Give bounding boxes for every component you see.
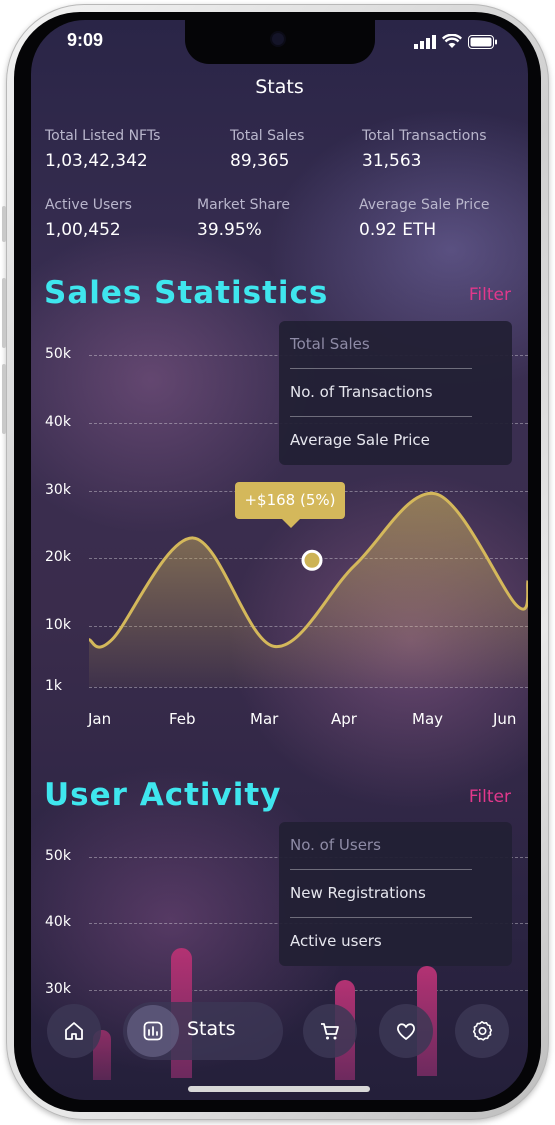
sales-gridline bbox=[89, 687, 528, 688]
bottom-nav: Stats bbox=[45, 1002, 515, 1066]
stat-label: Total Listed NFTs bbox=[45, 128, 161, 144]
stat-value: 1,03,42,342 bbox=[45, 151, 148, 171]
user-activity-title: User Activity bbox=[44, 777, 282, 813]
stat-label: Total Sales bbox=[230, 128, 305, 144]
sales-y-tick: 10k bbox=[45, 617, 71, 634]
filter-option-total-sales[interactable]: Total Sales bbox=[279, 321, 512, 369]
home-indicator bbox=[188, 1086, 370, 1092]
side-button bbox=[2, 206, 6, 242]
stat-label: Total Transactions bbox=[362, 128, 487, 144]
sales-y-tick: 30k bbox=[45, 481, 71, 498]
activity-filter-button[interactable]: Filter bbox=[469, 787, 511, 807]
sales-gridline bbox=[89, 558, 528, 560]
status-time: 9:09 bbox=[67, 30, 104, 50]
nav-favorites-button[interactable] bbox=[379, 1004, 433, 1058]
volume-down-button bbox=[2, 364, 6, 434]
stat-label: Active Users bbox=[45, 197, 132, 213]
nav-cart-button[interactable] bbox=[303, 1004, 357, 1058]
filter-option-no-of-users[interactable]: No. of Users bbox=[279, 822, 512, 870]
nav-stats-button[interactable]: Stats bbox=[123, 1002, 283, 1060]
sales-x-tick: Mar bbox=[250, 710, 279, 728]
volume-up-button bbox=[2, 278, 6, 348]
sales-gridline bbox=[89, 626, 528, 628]
stat-total-transactions: Total Transactions 31,563 bbox=[362, 128, 487, 171]
home-icon bbox=[65, 1022, 83, 1040]
sales-x-tick: Jan bbox=[88, 710, 112, 728]
nav-home-button[interactable] bbox=[47, 1004, 101, 1058]
wifi-icon bbox=[442, 34, 462, 48]
activity-filter-dropdown[interactable]: No. of Users New Registrations Active us… bbox=[279, 822, 512, 966]
camera bbox=[272, 33, 284, 45]
stat-value: 1,00,452 bbox=[45, 220, 121, 240]
stat-label: Market Share bbox=[197, 197, 290, 213]
heart-icon bbox=[397, 1023, 415, 1040]
sales-y-tick: 1k bbox=[45, 678, 63, 694]
sales-chart-tooltip: +$168 (5%) bbox=[235, 482, 345, 528]
stats-icon bbox=[143, 1021, 163, 1041]
stat-market-share: Market Share 39.95% bbox=[197, 197, 290, 240]
stat-value: 39.95% bbox=[197, 220, 262, 240]
sales-statistics-title: Sales Statistics bbox=[44, 275, 329, 311]
activity-gridline bbox=[89, 990, 528, 991]
stat-average-sale-price: Average Sale Price 0.92 ETH bbox=[359, 197, 490, 240]
signal-icon bbox=[414, 34, 436, 49]
page-title: Stats bbox=[255, 76, 304, 98]
sales-x-tick: Apr bbox=[331, 710, 357, 728]
stat-total-sales: Total Sales 89,365 bbox=[230, 128, 304, 171]
sales-highlight-point[interactable] bbox=[301, 549, 323, 571]
activity-y-tick: 40k bbox=[45, 914, 71, 930]
filter-option-new-registrations[interactable]: New Registrations bbox=[279, 870, 512, 918]
cart-icon bbox=[321, 1023, 339, 1040]
stat-active-users: Active Users 1,00,452 bbox=[45, 197, 132, 240]
stat-value: 0.92 ETH bbox=[359, 220, 437, 240]
filter-option-active-users[interactable]: Active users bbox=[279, 918, 512, 966]
filter-option-transactions[interactable]: No. of Transactions bbox=[279, 369, 512, 417]
stats-icon-wrap bbox=[127, 1005, 179, 1057]
sales-filter-button[interactable]: Filter bbox=[469, 285, 511, 305]
sales-y-tick: 50k bbox=[45, 346, 71, 362]
nav-stats-label: Stats bbox=[187, 1018, 236, 1040]
stat-label: Average Sale Price bbox=[359, 197, 490, 213]
stat-value: 31,563 bbox=[362, 151, 422, 171]
filter-option-average-sale-price[interactable]: Average Sale Price bbox=[279, 417, 512, 465]
sales-x-tick: Feb bbox=[169, 710, 196, 728]
nav-settings-button[interactable] bbox=[455, 1004, 509, 1058]
status-icons bbox=[414, 34, 498, 49]
notch bbox=[185, 20, 375, 64]
sales-filter-dropdown[interactable]: Total Sales No. of Transactions Average … bbox=[279, 321, 512, 465]
activity-y-tick: 30k bbox=[45, 981, 71, 997]
activity-y-tick: 50k bbox=[45, 848, 71, 864]
stat-value: 89,365 bbox=[230, 151, 290, 171]
sales-y-tick: 20k bbox=[45, 549, 71, 566]
stat-total-listed-nfts: Total Listed NFTs 1,03,42,342 bbox=[45, 128, 160, 171]
sales-x-tick: Jun bbox=[493, 710, 517, 728]
sales-y-tick: 40k bbox=[45, 413, 71, 430]
screen: 9:09 Stats Total Listed NFTs 1,03,42,342… bbox=[31, 20, 528, 1100]
sales-x-tick: May bbox=[412, 710, 444, 728]
battery-icon bbox=[468, 34, 497, 49]
settings-icon bbox=[472, 1021, 493, 1041]
sales-area-fill bbox=[89, 493, 528, 687]
